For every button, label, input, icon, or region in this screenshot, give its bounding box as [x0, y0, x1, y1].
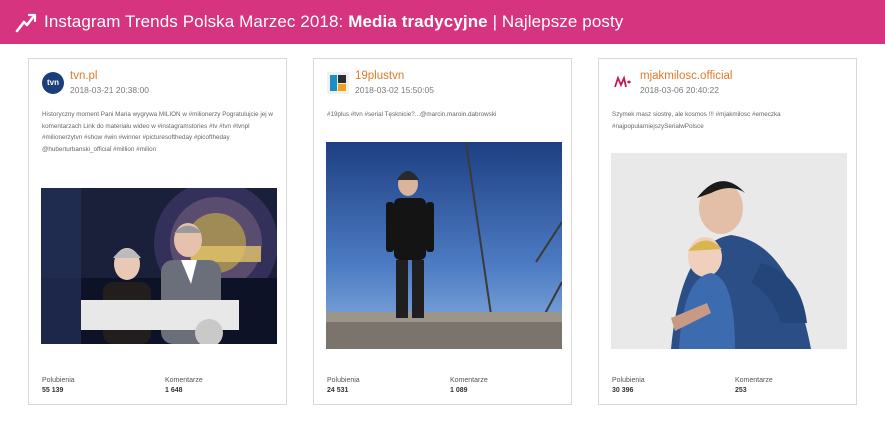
post-date: 2018-03-02 15:50:05 [355, 85, 434, 95]
avatar [612, 72, 634, 94]
page-header: Instagram Trends Polska Marzec 2018: Med… [0, 0, 885, 44]
post-photo[interactable] [611, 153, 847, 349]
post-photo[interactable] [41, 188, 277, 344]
comments-label: Komentarze [450, 377, 488, 384]
photo-man-with-child [611, 153, 847, 349]
post-username[interactable]: tvn.pl [70, 70, 98, 82]
trend-chart-icon [15, 13, 37, 33]
post-caption: #19plus #tvn #serial Tęsknicie?...@marci… [327, 111, 497, 118]
post-caption: Szymek masz siostrę, ale kosmos !!! #mja… [612, 111, 781, 130]
page-title: Instagram Trends Polska Marzec 2018: Med… [44, 12, 623, 32]
post-card[interactable]: mjakmilosc.official 2018-03-06 20:40:22 … [598, 58, 857, 405]
likes-label: Polubienia [42, 377, 75, 384]
post-photo[interactable] [326, 142, 562, 349]
title-suffix: | Najlepsze posty [492, 12, 624, 31]
avatar [327, 72, 349, 94]
title-highlight: Media tradycyjne [348, 12, 488, 31]
comments-value: 253 [735, 387, 747, 394]
avatar-text: tvn [47, 78, 59, 87]
post-card[interactable]: tvn tvn.pl 2018-03-21 20:38:00 Historycz… [28, 58, 287, 405]
channel-logo-icon [330, 75, 346, 91]
post-username[interactable]: mjakmilosc.official [640, 70, 732, 82]
likes-label: Polubienia [327, 377, 360, 384]
comments-label: Komentarze [735, 377, 773, 384]
likes-value: 30 396 [612, 387, 634, 394]
likes-value: 24 531 [327, 387, 349, 394]
likes-value: 55 139 [42, 387, 64, 394]
comments-label: Komentarze [165, 377, 203, 384]
comments-value: 1 089 [450, 387, 468, 394]
show-logo-icon [614, 75, 631, 88]
photo-game-show-winner [41, 188, 277, 344]
post-card[interactable]: 19plustvn 2018-03-02 15:50:05 #19plus #t… [313, 58, 572, 405]
comments-value: 1 648 [165, 387, 183, 394]
title-prefix: Instagram Trends Polska Marzec 2018: [44, 12, 344, 31]
photo-man-on-bridge [326, 142, 562, 349]
post-date: 2018-03-06 20:40:22 [640, 85, 719, 95]
likes-label: Polubienia [612, 377, 645, 384]
post-username[interactable]: 19plustvn [355, 70, 404, 82]
post-date: 2018-03-21 20:38:00 [70, 85, 149, 95]
post-caption: Historyczny moment Pani Maria wygrywa MI… [42, 111, 273, 153]
avatar: tvn [42, 72, 64, 94]
